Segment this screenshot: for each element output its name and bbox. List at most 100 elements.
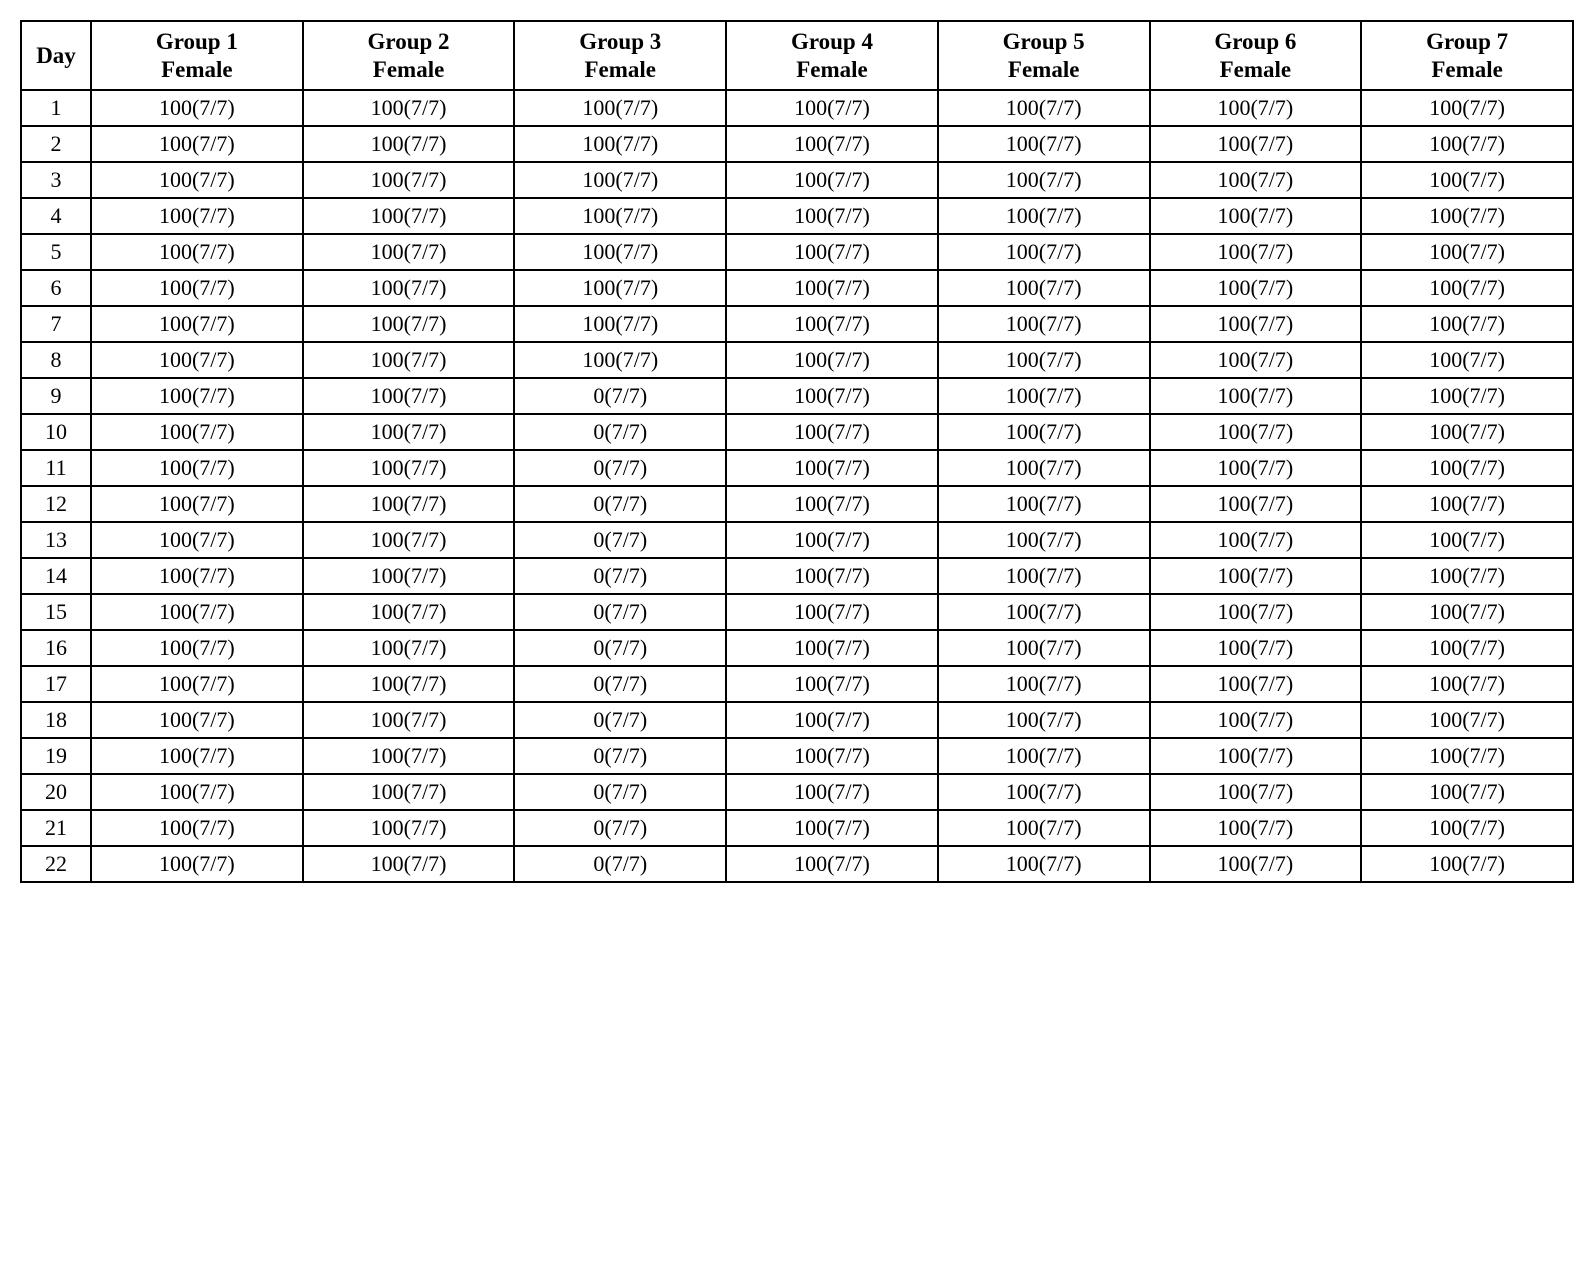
g7-cell: 100(7/7)	[1361, 450, 1573, 486]
g3-cell: 0(7/7)	[514, 486, 726, 522]
header-group5: Group 5Female	[938, 21, 1150, 90]
g1-cell: 100(7/7)	[91, 342, 303, 378]
g2-cell: 100(7/7)	[303, 342, 515, 378]
table-row: 1100(7/7)100(7/7)100(7/7)100(7/7)100(7/7…	[21, 90, 1573, 126]
g6-cell: 100(7/7)	[1150, 702, 1362, 738]
g3-cell: 100(7/7)	[514, 306, 726, 342]
g1-cell: 100(7/7)	[91, 486, 303, 522]
g7-cell: 100(7/7)	[1361, 738, 1573, 774]
table-row: 4100(7/7)100(7/7)100(7/7)100(7/7)100(7/7…	[21, 198, 1573, 234]
g4-cell: 100(7/7)	[726, 126, 938, 162]
g1-cell: 100(7/7)	[91, 234, 303, 270]
table-row: 11100(7/7)100(7/7)0(7/7)100(7/7)100(7/7)…	[21, 450, 1573, 486]
g2-cell: 100(7/7)	[303, 90, 515, 126]
g2-cell: 100(7/7)	[303, 630, 515, 666]
g1-cell: 100(7/7)	[91, 198, 303, 234]
g1-cell: 100(7/7)	[91, 594, 303, 630]
g5-cell: 100(7/7)	[938, 378, 1150, 414]
day-cell: 13	[21, 522, 91, 558]
g7-cell: 100(7/7)	[1361, 198, 1573, 234]
g6-cell: 100(7/7)	[1150, 306, 1362, 342]
g5-cell: 100(7/7)	[938, 234, 1150, 270]
g4-cell: 100(7/7)	[726, 486, 938, 522]
g2-cell: 100(7/7)	[303, 450, 515, 486]
table-row: 10100(7/7)100(7/7)0(7/7)100(7/7)100(7/7)…	[21, 414, 1573, 450]
g6-cell: 100(7/7)	[1150, 486, 1362, 522]
day-cell: 6	[21, 270, 91, 306]
g5-cell: 100(7/7)	[938, 810, 1150, 846]
g2-cell: 100(7/7)	[303, 594, 515, 630]
g5-cell: 100(7/7)	[938, 414, 1150, 450]
table-row: 21100(7/7)100(7/7)0(7/7)100(7/7)100(7/7)…	[21, 810, 1573, 846]
g7-cell: 100(7/7)	[1361, 630, 1573, 666]
g5-cell: 100(7/7)	[938, 774, 1150, 810]
g5-cell: 100(7/7)	[938, 126, 1150, 162]
day-cell: 10	[21, 414, 91, 450]
table-row: 22100(7/7)100(7/7)0(7/7)100(7/7)100(7/7)…	[21, 846, 1573, 882]
g7-cell: 100(7/7)	[1361, 702, 1573, 738]
table-row: 19100(7/7)100(7/7)0(7/7)100(7/7)100(7/7)…	[21, 738, 1573, 774]
day-cell: 17	[21, 666, 91, 702]
g3-cell: 0(7/7)	[514, 666, 726, 702]
g4-cell: 100(7/7)	[726, 630, 938, 666]
table-row: 7100(7/7)100(7/7)100(7/7)100(7/7)100(7/7…	[21, 306, 1573, 342]
g2-cell: 100(7/7)	[303, 126, 515, 162]
g1-cell: 100(7/7)	[91, 702, 303, 738]
g6-cell: 100(7/7)	[1150, 162, 1362, 198]
g3-cell: 0(7/7)	[514, 450, 726, 486]
header-group6: Group 6Female	[1150, 21, 1362, 90]
g5-cell: 100(7/7)	[938, 270, 1150, 306]
g2-cell: 100(7/7)	[303, 306, 515, 342]
g3-cell: 0(7/7)	[514, 738, 726, 774]
table-row: 5100(7/7)100(7/7)100(7/7)100(7/7)100(7/7…	[21, 234, 1573, 270]
g5-cell: 100(7/7)	[938, 342, 1150, 378]
g3-cell: 0(7/7)	[514, 630, 726, 666]
g4-cell: 100(7/7)	[726, 666, 938, 702]
g2-cell: 100(7/7)	[303, 522, 515, 558]
g4-cell: 100(7/7)	[726, 270, 938, 306]
g1-cell: 100(7/7)	[91, 558, 303, 594]
g7-cell: 100(7/7)	[1361, 522, 1573, 558]
g7-cell: 100(7/7)	[1361, 126, 1573, 162]
g5-cell: 100(7/7)	[938, 594, 1150, 630]
header-group7: Group 7Female	[1361, 21, 1573, 90]
g6-cell: 100(7/7)	[1150, 414, 1362, 450]
day-cell: 11	[21, 450, 91, 486]
g7-cell: 100(7/7)	[1361, 306, 1573, 342]
g3-cell: 100(7/7)	[514, 90, 726, 126]
g4-cell: 100(7/7)	[726, 810, 938, 846]
g4-cell: 100(7/7)	[726, 342, 938, 378]
table-row: 14100(7/7)100(7/7)0(7/7)100(7/7)100(7/7)…	[21, 558, 1573, 594]
table-row: 16100(7/7)100(7/7)0(7/7)100(7/7)100(7/7)…	[21, 630, 1573, 666]
g4-cell: 100(7/7)	[726, 522, 938, 558]
day-cell: 15	[21, 594, 91, 630]
data-table: Day Group 1Female Group 2Female Group 3F…	[20, 20, 1574, 883]
g7-cell: 100(7/7)	[1361, 594, 1573, 630]
header-day: Day	[21, 21, 91, 90]
day-cell: 16	[21, 630, 91, 666]
g2-cell: 100(7/7)	[303, 702, 515, 738]
day-cell: 3	[21, 162, 91, 198]
table-row: 9100(7/7)100(7/7)0(7/7)100(7/7)100(7/7)1…	[21, 378, 1573, 414]
g4-cell: 100(7/7)	[726, 162, 938, 198]
g6-cell: 100(7/7)	[1150, 522, 1362, 558]
g1-cell: 100(7/7)	[91, 90, 303, 126]
g3-cell: 100(7/7)	[514, 162, 726, 198]
g3-cell: 0(7/7)	[514, 522, 726, 558]
g1-cell: 100(7/7)	[91, 378, 303, 414]
table-row: 18100(7/7)100(7/7)0(7/7)100(7/7)100(7/7)…	[21, 702, 1573, 738]
g7-cell: 100(7/7)	[1361, 342, 1573, 378]
day-cell: 1	[21, 90, 91, 126]
g3-cell: 0(7/7)	[514, 594, 726, 630]
header-group2: Group 2Female	[303, 21, 515, 90]
g7-cell: 100(7/7)	[1361, 558, 1573, 594]
table-row: 8100(7/7)100(7/7)100(7/7)100(7/7)100(7/7…	[21, 342, 1573, 378]
g4-cell: 100(7/7)	[726, 846, 938, 882]
g4-cell: 100(7/7)	[726, 414, 938, 450]
g7-cell: 100(7/7)	[1361, 846, 1573, 882]
g4-cell: 100(7/7)	[726, 774, 938, 810]
g4-cell: 100(7/7)	[726, 450, 938, 486]
g6-cell: 100(7/7)	[1150, 774, 1362, 810]
day-cell: 18	[21, 702, 91, 738]
g3-cell: 0(7/7)	[514, 378, 726, 414]
